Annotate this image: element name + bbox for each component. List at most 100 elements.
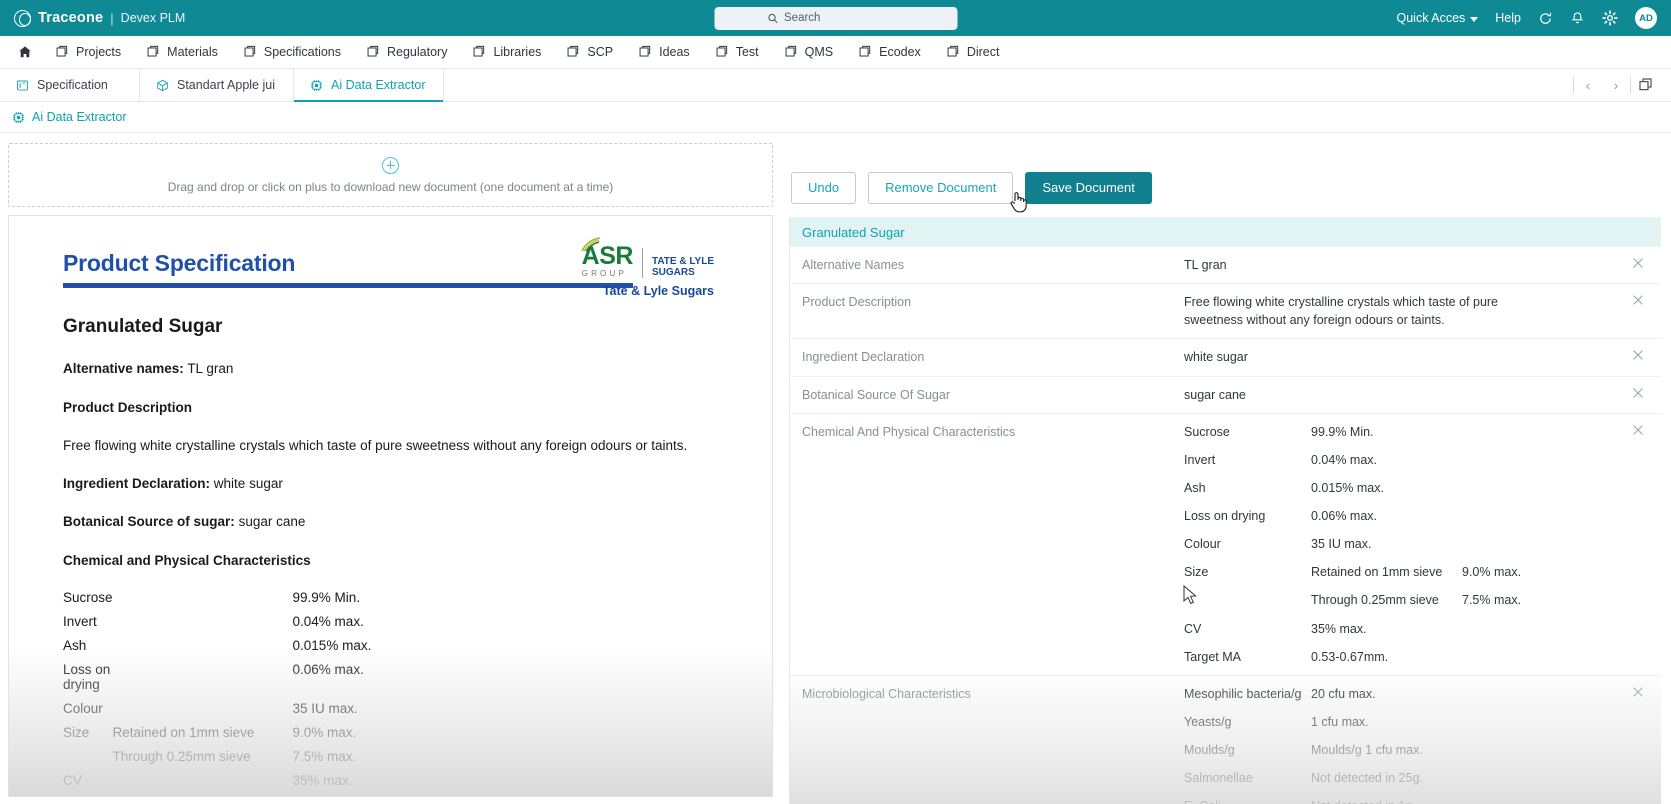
tab-standart-apple-juice[interactable]: Standart Apple juice	[140, 69, 294, 101]
search-icon	[767, 13, 778, 24]
tab-next-button[interactable]: ›	[1602, 77, 1630, 93]
pair-key: Yeasts/g	[1184, 713, 1311, 731]
table-row[interactable]: Ingredient Declaration white sugar	[790, 339, 1661, 376]
pair-value: 35 IU max.	[1311, 535, 1462, 553]
search-input[interactable]	[784, 12, 904, 24]
folder-icon	[473, 45, 487, 59]
table-row[interactable]: Product Description Free flowing white c…	[790, 284, 1661, 339]
pair-value: Not detected in 25g.	[1311, 769, 1462, 787]
extraction-table: Granulated Sugar Alternative Names TL gr…	[789, 217, 1661, 804]
bell-icon[interactable]	[1570, 11, 1585, 26]
nav-scp[interactable]: SCP	[555, 36, 625, 68]
row-label: Alternative Names	[790, 256, 1184, 274]
chem-label: Invert	[63, 614, 113, 638]
chem-value: 0.06% max.	[293, 662, 513, 701]
nav-direct-label: Direct	[967, 45, 1000, 59]
tab-prev-button[interactable]: ‹	[1574, 77, 1602, 93]
row-pair: Loss on drying 0.06% max.	[1184, 507, 1627, 525]
quick-access-menu[interactable]: Quick Acces	[1397, 11, 1479, 25]
document-preview: ASR GROUP TATE & LYLE SUGARS Tate & Lyle…	[8, 215, 773, 797]
nav-test[interactable]: Test	[704, 36, 771, 68]
save-document-button[interactable]: Save Document	[1025, 172, 1152, 204]
pair-key	[1184, 591, 1311, 609]
close-icon[interactable]	[1631, 423, 1645, 437]
nav-materials[interactable]: Materials	[135, 36, 230, 68]
close-icon[interactable]	[1631, 386, 1645, 400]
logo-divider	[642, 248, 643, 278]
document-dropzone[interactable]: Drag and drop or click on plus to downlo…	[8, 143, 773, 207]
nav-direct[interactable]: Direct	[935, 36, 1012, 68]
pair-key: Moulds/g	[1184, 741, 1311, 759]
chem-label: Loss on drying	[63, 662, 113, 701]
tab-specification-label: Specification	[37, 78, 108, 92]
nav-qms[interactable]: QMS	[773, 36, 845, 68]
document-chem-table: Sucrose 99.9% Min. Invert 0.04% max. Ash	[63, 590, 513, 797]
table-row: Sucrose 99.9% Min.	[63, 590, 513, 614]
tate-lyle-line1: TATE & LYLE	[652, 257, 714, 268]
pair-value-2	[1462, 507, 1627, 525]
main-content: Drag and drop or click on plus to downlo…	[0, 133, 1671, 804]
nav-ecodex[interactable]: Ecodex	[847, 36, 933, 68]
table-row[interactable]: Alternative Names TL gran	[790, 247, 1661, 284]
table-row: Ash 0.015% max.	[63, 638, 513, 662]
pair-key: Invert	[1184, 451, 1311, 469]
nav-regulatory[interactable]: Regulatory	[355, 36, 459, 68]
pair-value-2	[1462, 620, 1627, 638]
folder-icon	[367, 45, 381, 59]
tab-ai-data-extractor-label: Ai Data Extractor	[331, 78, 425, 92]
document-alt-names-value: TL gran	[187, 361, 233, 376]
document-description-text: Free flowing white crystalline crystals …	[63, 438, 718, 453]
chip-icon	[310, 79, 323, 92]
pair-value: Not detected in 1g.	[1311, 797, 1462, 804]
close-icon[interactable]	[1631, 685, 1645, 699]
pair-value: 0.015% max.	[1311, 479, 1462, 497]
table-row[interactable]: Botanical Source Of Sugar sugar cane	[790, 377, 1661, 414]
nav-projects-label: Projects	[76, 45, 121, 59]
gear-icon[interactable]	[1602, 10, 1618, 26]
close-icon[interactable]	[1631, 348, 1645, 362]
quick-access-label: Quick Acces	[1397, 11, 1466, 25]
refresh-icon[interactable]	[1538, 11, 1553, 26]
nav-materials-label: Materials	[167, 45, 218, 59]
nav-home[interactable]	[8, 36, 42, 68]
chem-value: 35 IU max.	[293, 701, 513, 725]
table-row[interactable]: Microbiological Characteristics Mesophil…	[790, 676, 1661, 804]
nav-libraries[interactable]: Libraries	[461, 36, 553, 68]
module-navigation: Projects Materials Specifications Regula…	[0, 36, 1671, 69]
chip-icon	[12, 111, 25, 124]
row-pair: CV 35% max.	[1184, 620, 1627, 638]
table-row[interactable]: Chemical And Physical Characteristics Su…	[790, 414, 1661, 676]
document-preview-column: Drag and drop or click on plus to downlo…	[0, 133, 781, 804]
undo-button[interactable]: Undo	[791, 172, 856, 204]
tab-navigation-controls: ‹ ›	[1573, 69, 1671, 101]
row-value: white sugar	[1184, 348, 1661, 366]
pair-value: Retained on 1mm sieve	[1311, 563, 1462, 581]
help-link[interactable]: Help	[1495, 11, 1521, 25]
pair-value: 20 cfu max.	[1311, 685, 1462, 703]
document-alt-names-label: Alternative names:	[63, 361, 184, 376]
nav-projects[interactable]: Projects	[44, 36, 133, 68]
global-search[interactable]	[714, 7, 957, 30]
avatar[interactable]: AD	[1635, 7, 1657, 29]
pair-value: 99.9% Min.	[1311, 423, 1462, 441]
tate-lyle-line2: SUGARS	[652, 268, 714, 279]
folder-icon	[716, 45, 730, 59]
tab-specification[interactable]: Specification	[0, 69, 140, 101]
nav-specifications[interactable]: Specifications	[232, 36, 353, 68]
close-icon[interactable]	[1631, 293, 1645, 307]
tab-ai-data-extractor[interactable]: Ai Data Extractor	[294, 69, 444, 101]
tab-list-button[interactable]	[1631, 77, 1661, 93]
row-label: Product Description	[790, 293, 1184, 329]
row-pair: Sucrose 99.9% Min.	[1184, 423, 1627, 441]
chem-sub	[113, 590, 293, 614]
breadcrumb-label: Ai Data Extractor	[32, 110, 126, 124]
plus-circle-icon[interactable]	[382, 157, 399, 174]
chevron-down-icon	[1470, 17, 1478, 22]
remove-document-button[interactable]: Remove Document	[868, 172, 1013, 204]
chem-sub: Through 0.25mm sieve	[113, 749, 293, 773]
close-icon[interactable]	[1631, 256, 1645, 270]
table-row: Loss on drying 0.06% max.	[63, 662, 513, 701]
pair-value-2: 9.0% max.	[1462, 563, 1627, 581]
nav-ideas[interactable]: Ideas	[627, 36, 702, 68]
pair-key: Salmonellae	[1184, 769, 1311, 787]
